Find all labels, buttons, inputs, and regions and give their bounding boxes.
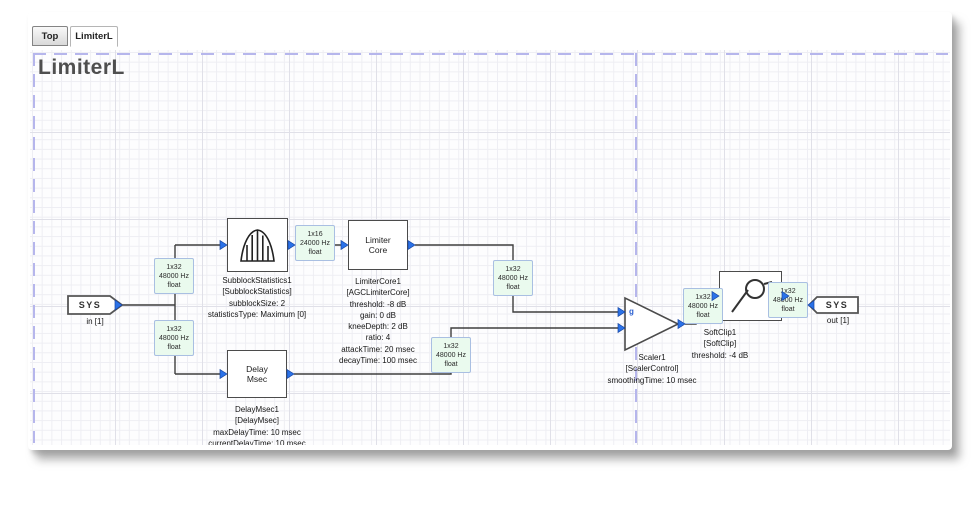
- sys-in-port-label: in [1]: [65, 317, 125, 326]
- tab-bar: Top LimiterL: [30, 26, 946, 50]
- wire-type-label: 1x3248000 Hzfloat: [154, 320, 194, 356]
- wire-type-label: 1x3248000 Hzfloat: [683, 288, 723, 324]
- wire-type-label: 1x3248000 Hzfloat: [431, 337, 471, 373]
- limiter-core-inner-label: Limiter Core: [365, 235, 391, 256]
- delay-msec-inner-label: Delay Msec: [246, 364, 268, 385]
- soft-clip-caption: SoftClip1 [SoftClip] threshold: -4 dB: [640, 327, 800, 361]
- wire-type-label: 1x3248000 Hzfloat: [493, 260, 533, 296]
- delay-msec-block[interactable]: Delay Msec: [227, 350, 287, 398]
- wire-type-label: 1x1624000 Hzfloat: [295, 225, 335, 261]
- tab-top[interactable]: Top: [32, 26, 68, 46]
- sys-in-label: SYS: [68, 300, 112, 310]
- delay-msec-caption: DelayMsec1 [DelayMsec] maxDelayTime: 10 …: [177, 404, 337, 445]
- sys-out-port-label: out [1]: [803, 316, 873, 325]
- sys-out-label: SYS: [816, 300, 858, 310]
- design-canvas[interactable]: LimiterL Limiter C: [30, 50, 950, 445]
- wire-type-label: 1x3248000 Hzfloat: [768, 282, 808, 318]
- designer-window: Top LimiterL LimiterL: [28, 12, 952, 450]
- scaler-gain-pin-label: g: [629, 307, 634, 316]
- histogram-icon: [229, 220, 286, 270]
- wire-layer: [30, 50, 950, 445]
- subblock-statistics-block[interactable]: [227, 218, 288, 272]
- tab-limiterl[interactable]: LimiterL: [70, 26, 118, 47]
- wire-type-label: 1x3248000 Hzfloat: [154, 258, 194, 294]
- limiter-core-block[interactable]: Limiter Core: [348, 220, 408, 270]
